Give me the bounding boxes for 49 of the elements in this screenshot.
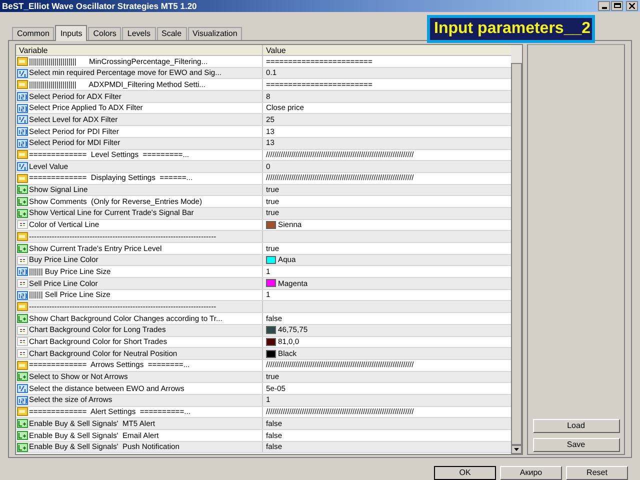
- toggle-type-icon: [17, 442, 28, 452]
- toggle-type-icon: [17, 197, 28, 206]
- column-header[interactable]: Value: [263, 45, 511, 55]
- number-type-icon: [17, 92, 28, 101]
- number-type-icon: [17, 104, 28, 113]
- text-type-icon: [17, 302, 28, 312]
- text-type-icon: [17, 150, 28, 160]
- column-header[interactable]: Variable: [16, 45, 263, 55]
- tab[interactable]: Visualization: [188, 27, 242, 40]
- tab[interactable]: Scale: [156, 27, 187, 40]
- text-type-icon: [17, 407, 28, 416]
- text-type-icon: [17, 80, 28, 90]
- toggle-type-icon: [17, 208, 28, 218]
- toggle-type-icon: [17, 314, 28, 323]
- minimize-button[interactable]: [598, 0, 610, 11]
- text-type-icon: [17, 56, 28, 66]
- fraction-type-icon: [17, 162, 28, 172]
- text-type-icon: [17, 232, 28, 242]
- annotation-label: Input parameters__2: [427, 15, 595, 43]
- fraction-type-icon: [17, 68, 28, 78]
- maximize-button[interactable]: [611, 0, 623, 11]
- side-button[interactable]: Save: [532, 438, 620, 452]
- tab[interactable]: Inputs: [55, 25, 88, 41]
- side-button[interactable]: Load: [532, 419, 620, 433]
- toggle-type-icon: [17, 372, 28, 382]
- fraction-type-icon: [17, 115, 28, 124]
- toggle-type-icon: [17, 244, 28, 253]
- text-type-icon: [17, 174, 28, 183]
- dialog-button[interactable]: OK: [434, 466, 496, 480]
- tab[interactable]: Colors: [88, 27, 122, 40]
- number-type-icon: [17, 138, 28, 148]
- close-button[interactable]: [626, 0, 638, 11]
- number-type-icon: [17, 267, 28, 276]
- dialog-button[interactable]: Акиро: [500, 466, 562, 480]
- window-title: BeST_Elliot Wave Oscillator Strategies MT5 1.20: [2, 2, 197, 10]
- toggle-type-icon: [17, 419, 28, 428]
- dialog-button[interactable]: Reset: [566, 466, 628, 480]
- number-type-icon: [17, 396, 28, 405]
- scrollbar[interactable]: [511, 45, 522, 454]
- number-type-icon: [17, 290, 28, 300]
- fraction-type-icon: [17, 384, 28, 394]
- close-icon: [629, 2, 635, 9]
- scroll-down-icon: [514, 448, 519, 451]
- toggle-type-icon: [17, 185, 28, 194]
- text-type-icon: [17, 360, 28, 370]
- number-type-icon: [17, 126, 28, 136]
- tab[interactable]: Levels: [122, 27, 156, 40]
- toggle-type-icon: [17, 430, 28, 440]
- tab[interactable]: Common: [12, 27, 54, 40]
